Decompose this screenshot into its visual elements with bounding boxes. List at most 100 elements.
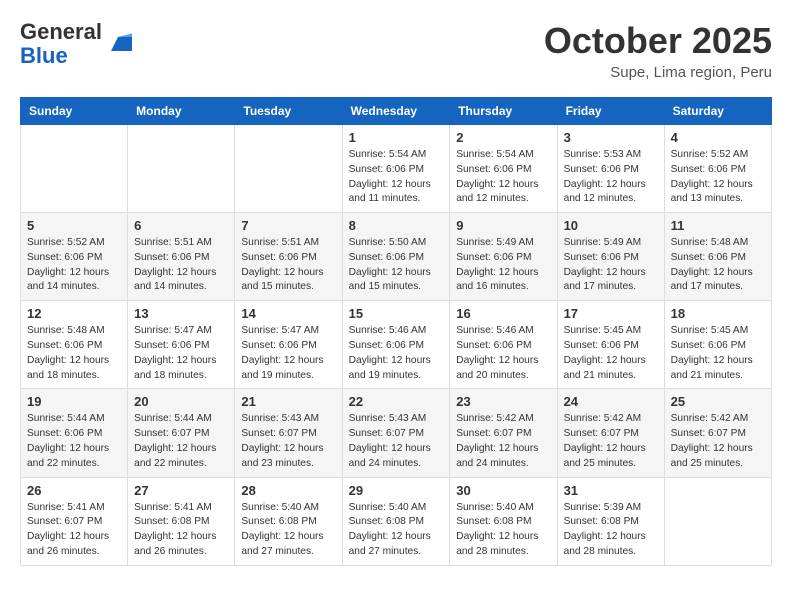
day-info: Sunrise: 5:40 AMSunset: 6:08 PMDaylight:… bbox=[241, 501, 335, 560]
calendar-week-row: 5Sunrise: 5:52 AMSunset: 6:06 PMDaylight… bbox=[21, 213, 772, 301]
day-info: Sunrise: 5:46 AMSunset: 6:06 PMDaylight:… bbox=[456, 324, 550, 383]
calendar-cell: 31 Sunrise: 5:39 AMSunset: 6:08 PMDayligh… bbox=[557, 477, 664, 565]
day-info: Sunrise: 5:52 AMSunset: 6:06 PMDaylight:… bbox=[671, 148, 765, 207]
calendar-cell: 4Sunrise: 5:52 AMSunset: 6:06 PMDaylight… bbox=[664, 125, 771, 213]
day-info: Sunrise: 5:39 AMSunset: 6:08 PMDaylight:… bbox=[564, 501, 658, 560]
day-info: Sunrise: 5:42 AMSunset: 6:07 PMDaylight:… bbox=[456, 412, 550, 471]
calendar-cell: 21Sunrise: 5:43 AMSunset: 6:07 PMDayligh… bbox=[235, 389, 342, 477]
calendar-cell: 29 Sunrise: 5:40 AMSunset: 6:08 PMDayligh… bbox=[342, 477, 450, 565]
calendar-header-monday: Monday bbox=[128, 98, 235, 125]
calendar-cell: 17 Sunrise: 5:45 AMSunset: 6:06 PMDayligh… bbox=[557, 301, 664, 389]
calendar-cell: 9 Sunrise: 5:49 AMSunset: 6:06 PMDaylight… bbox=[450, 213, 557, 301]
day-number: 17 bbox=[564, 306, 658, 321]
calendar-cell: 13 Sunrise: 5:47 AMSunset: 6:06 PMDayligh… bbox=[128, 301, 235, 389]
day-number: 5 bbox=[27, 218, 121, 233]
calendar-cell: 27 Sunrise: 5:41 AMSunset: 6:08 PMDayligh… bbox=[128, 477, 235, 565]
day-info: Sunrise: 5:53 AMSunset: 6:06 PMDaylight:… bbox=[564, 148, 658, 207]
calendar-header-wednesday: Wednesday bbox=[342, 98, 450, 125]
calendar-cell: 15 Sunrise: 5:46 AMSunset: 6:06 PMDayligh… bbox=[342, 301, 450, 389]
day-number: 13 bbox=[134, 306, 228, 321]
day-number: 16 bbox=[456, 306, 550, 321]
day-info: Sunrise: 5:45 AMSunset: 6:06 PMDaylight:… bbox=[564, 324, 658, 383]
title-block: October 2025 Supe, Lima region, Peru bbox=[544, 20, 772, 81]
day-info: Sunrise: 5:41 AMSunset: 6:08 PMDaylight:… bbox=[134, 501, 228, 560]
day-number: 1 bbox=[349, 130, 444, 145]
day-info: Sunrise: 5:40 AMSunset: 6:08 PMDaylight:… bbox=[456, 501, 550, 560]
logo-icon bbox=[104, 30, 132, 58]
day-info: Sunrise: 5:42 AMSunset: 6:07 PMDaylight:… bbox=[564, 412, 658, 471]
day-number: 8 bbox=[349, 218, 444, 233]
calendar-week-row: 1 Sunrise: 5:54 AMSunset: 6:06 PMDaylight… bbox=[21, 125, 772, 213]
day-number: 19 bbox=[27, 394, 121, 409]
day-number: 31 bbox=[564, 483, 658, 498]
calendar-week-row: 12 Sunrise: 5:48 AMSunset: 6:06 PMDayligh… bbox=[21, 301, 772, 389]
day-number: 11 bbox=[671, 218, 765, 233]
day-number: 27 bbox=[134, 483, 228, 498]
day-info: Sunrise: 5:51 AMSunset: 6:06 PMDaylight:… bbox=[134, 236, 228, 295]
calendar-cell: 7Sunrise: 5:51 AMSunset: 6:06 PMDaylight… bbox=[235, 213, 342, 301]
day-number: 29 bbox=[349, 483, 444, 498]
page-header: General Blue October 2025 Supe, Lima reg… bbox=[20, 20, 772, 81]
day-info: Sunrise: 5:54 AMSunset: 6:06 PMDaylight:… bbox=[349, 148, 444, 207]
day-info: Sunrise: 5:49 AMSunset: 6:06 PMDaylight:… bbox=[456, 236, 550, 295]
day-number: 30 bbox=[456, 483, 550, 498]
location-subtitle: Supe, Lima region, Peru bbox=[544, 64, 772, 81]
day-number: 23 bbox=[456, 394, 550, 409]
calendar-cell: 16 Sunrise: 5:46 AMSunset: 6:06 PMDayligh… bbox=[450, 301, 557, 389]
calendar-header-saturday: Saturday bbox=[664, 98, 771, 125]
calendar-cell: 6 Sunrise: 5:51 AMSunset: 6:06 PMDaylight… bbox=[128, 213, 235, 301]
day-number: 10 bbox=[564, 218, 658, 233]
calendar-week-row: 26 Sunrise: 5:41 AMSunset: 6:07 PMDayligh… bbox=[21, 477, 772, 565]
calendar-cell: 26 Sunrise: 5:41 AMSunset: 6:07 PMDayligh… bbox=[21, 477, 128, 565]
calendar-cell bbox=[21, 125, 128, 213]
day-info: Sunrise: 5:40 AMSunset: 6:08 PMDaylight:… bbox=[349, 501, 444, 560]
day-number: 3 bbox=[564, 130, 658, 145]
day-number: 15 bbox=[349, 306, 444, 321]
calendar-cell: 12 Sunrise: 5:48 AMSunset: 6:06 PMDayligh… bbox=[21, 301, 128, 389]
day-number: 28 bbox=[241, 483, 335, 498]
day-number: 22 bbox=[349, 394, 444, 409]
day-info: Sunrise: 5:48 AMSunset: 6:06 PMDaylight:… bbox=[671, 236, 765, 295]
day-number: 9 bbox=[456, 218, 550, 233]
calendar-cell: 10 Sunrise: 5:49 AMSunset: 6:06 PMDayligh… bbox=[557, 213, 664, 301]
calendar-cell: 30 Sunrise: 5:40 AMSunset: 6:08 PMDayligh… bbox=[450, 477, 557, 565]
day-number: 26 bbox=[27, 483, 121, 498]
calendar-week-row: 19Sunrise: 5:44 AMSunset: 6:06 PMDayligh… bbox=[21, 389, 772, 477]
calendar-cell: 25Sunrise: 5:42 AMSunset: 6:07 PMDayligh… bbox=[664, 389, 771, 477]
logo-general-text: General bbox=[20, 19, 102, 44]
calendar-header-sunday: Sunday bbox=[21, 98, 128, 125]
calendar-cell bbox=[235, 125, 342, 213]
day-number: 2 bbox=[456, 130, 550, 145]
calendar-cell bbox=[128, 125, 235, 213]
calendar-header-thursday: Thursday bbox=[450, 98, 557, 125]
day-number: 14 bbox=[241, 306, 335, 321]
day-info: Sunrise: 5:43 AMSunset: 6:07 PMDaylight:… bbox=[349, 412, 444, 471]
day-info: Sunrise: 5:46 AMSunset: 6:06 PMDaylight:… bbox=[349, 324, 444, 383]
day-number: 6 bbox=[134, 218, 228, 233]
calendar-header-tuesday: Tuesday bbox=[235, 98, 342, 125]
day-info: Sunrise: 5:50 AMSunset: 6:06 PMDaylight:… bbox=[349, 236, 444, 295]
calendar-cell: 8 Sunrise: 5:50 AMSunset: 6:06 PMDaylight… bbox=[342, 213, 450, 301]
day-number: 7 bbox=[241, 218, 335, 233]
day-info: Sunrise: 5:47 AMSunset: 6:06 PMDaylight:… bbox=[134, 324, 228, 383]
month-title: October 2025 bbox=[544, 20, 772, 62]
calendar-cell: 18Sunrise: 5:45 AMSunset: 6:06 PMDayligh… bbox=[664, 301, 771, 389]
calendar-cell: 14 Sunrise: 5:47 AMSunset: 6:06 PMDayligh… bbox=[235, 301, 342, 389]
day-number: 12 bbox=[27, 306, 121, 321]
calendar-cell: 11 Sunrise: 5:48 AMSunset: 6:06 PMDayligh… bbox=[664, 213, 771, 301]
day-info: Sunrise: 5:42 AMSunset: 6:07 PMDaylight:… bbox=[671, 412, 765, 471]
calendar-cell: 24Sunrise: 5:42 AMSunset: 6:07 PMDayligh… bbox=[557, 389, 664, 477]
day-info: Sunrise: 5:43 AMSunset: 6:07 PMDaylight:… bbox=[241, 412, 335, 471]
calendar-cell: 5Sunrise: 5:52 AMSunset: 6:06 PMDaylight… bbox=[21, 213, 128, 301]
day-info: Sunrise: 5:45 AMSunset: 6:06 PMDaylight:… bbox=[671, 324, 765, 383]
day-info: Sunrise: 5:47 AMSunset: 6:06 PMDaylight:… bbox=[241, 324, 335, 383]
day-info: Sunrise: 5:48 AMSunset: 6:06 PMDaylight:… bbox=[27, 324, 121, 383]
day-info: Sunrise: 5:49 AMSunset: 6:06 PMDaylight:… bbox=[564, 236, 658, 295]
calendar-cell: 19Sunrise: 5:44 AMSunset: 6:06 PMDayligh… bbox=[21, 389, 128, 477]
day-info: Sunrise: 5:41 AMSunset: 6:07 PMDaylight:… bbox=[27, 501, 121, 560]
calendar-cell: 1 Sunrise: 5:54 AMSunset: 6:06 PMDaylight… bbox=[342, 125, 450, 213]
logo-blue-text: Blue bbox=[20, 43, 68, 68]
calendar-cell: 23 Sunrise: 5:42 AMSunset: 6:07 PMDayligh… bbox=[450, 389, 557, 477]
calendar-cell: 22 Sunrise: 5:43 AMSunset: 6:07 PMDayligh… bbox=[342, 389, 450, 477]
calendar-cell: 2Sunrise: 5:54 AMSunset: 6:06 PMDaylight… bbox=[450, 125, 557, 213]
